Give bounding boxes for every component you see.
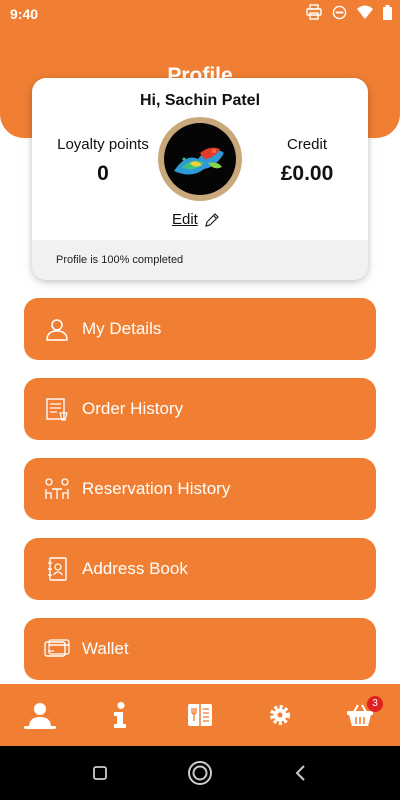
edit-profile[interactable]: Edit	[172, 211, 220, 228]
system-nav-bar	[0, 746, 400, 800]
back-button[interactable]	[288, 760, 314, 786]
recents-icon	[93, 766, 107, 780]
loyalty-points-label: Loyalty points	[57, 136, 149, 153]
wallet-label: Wallet	[82, 639, 129, 658]
active-tab-indicator	[24, 726, 56, 729]
home-button[interactable]	[187, 760, 213, 786]
loyalty-points-value: 0	[97, 162, 109, 185]
receipt-icon	[44, 396, 70, 422]
pencil-icon[interactable]	[204, 212, 220, 228]
basket-count-badge: 3	[367, 696, 383, 712]
my-details-button[interactable]: My Details	[24, 298, 376, 360]
back-icon	[295, 765, 305, 781]
avatar-image	[164, 123, 236, 195]
wallet-button[interactable]: Wallet	[24, 618, 376, 680]
my-details-label: My Details	[82, 319, 162, 338]
recents-button[interactable]	[87, 760, 113, 786]
order-history-button[interactable]: Order History	[24, 378, 376, 440]
nav-menu[interactable]	[160, 684, 240, 746]
profile-completion: Profile is 100% completed	[32, 240, 368, 280]
wallet-card-icon	[44, 636, 70, 662]
do-not-disturb-icon	[332, 5, 347, 19]
credit-value: £0.00	[280, 162, 334, 185]
person-icon	[44, 316, 70, 342]
profile-card: Hi, Sachin Patel Loyalty points 0 Credit…	[32, 78, 368, 280]
reservation-history-label: Reservation History	[82, 479, 231, 498]
nav-profile[interactable]	[0, 684, 80, 746]
order-history-label: Order History	[82, 399, 184, 418]
printer-icon	[306, 4, 322, 20]
menu-book-icon	[188, 704, 212, 726]
greeting: Hi, Sachin Patel	[139, 92, 261, 109]
profile-icon	[29, 703, 51, 727]
nav-basket[interactable]: 3	[320, 684, 400, 746]
nav-info[interactable]	[80, 684, 160, 746]
edit-link[interactable]: Edit	[172, 211, 198, 228]
avatar[interactable]	[158, 117, 242, 201]
status-time: 9:40	[10, 6, 39, 22]
home-icon	[188, 761, 212, 785]
bottom-nav: 3	[0, 684, 400, 746]
reservation-history-button[interactable]: Reservation History	[24, 458, 376, 520]
profile-completion-text: Profile is 100% completed	[56, 254, 184, 266]
dining-table-icon	[44, 476, 70, 502]
status-icons	[306, 4, 392, 20]
address-book-label: Address Book	[82, 559, 188, 578]
address-book-icon	[44, 556, 70, 582]
wifi-icon	[357, 5, 373, 19]
settings-gear-icon	[270, 705, 290, 725]
battery-icon	[383, 4, 392, 20]
address-book-button[interactable]: Address Book	[24, 538, 376, 600]
nav-settings[interactable]	[240, 684, 320, 746]
info-icon	[114, 702, 126, 728]
status-bar: 9:40	[0, 0, 400, 28]
credit-label: Credit	[286, 136, 327, 153]
